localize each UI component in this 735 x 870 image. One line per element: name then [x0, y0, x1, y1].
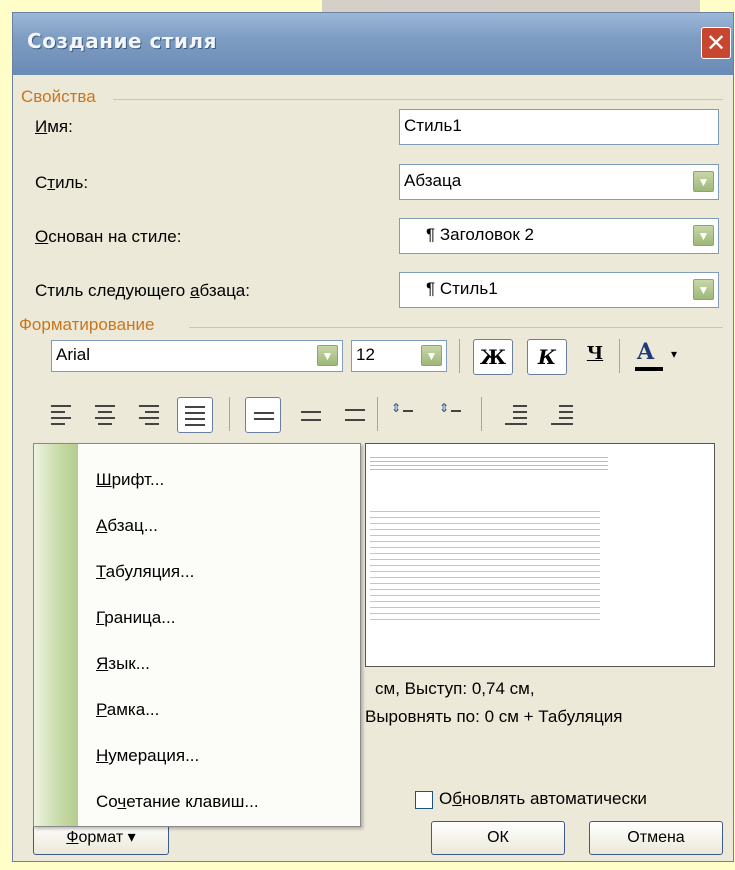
auto-update-checkbox-row[interactable]: Обновлять автоматически	[415, 789, 725, 813]
menu-item-font[interactable]: Шрифт...	[96, 470, 164, 490]
align-left-icon[interactable]	[51, 405, 71, 425]
style-type-select[interactable]: Абзаца ▼	[399, 164, 719, 200]
next-style-value: ¶ Стиль1	[426, 279, 498, 298]
dropdown-arrow-icon: ▾	[671, 347, 678, 361]
menu-item-border[interactable]: Граница...	[96, 608, 175, 628]
based-on-select[interactable]: ¶ Заголовок 2 ▼	[399, 218, 719, 254]
preview-text-lines	[370, 454, 608, 472]
toolbar-separator	[459, 339, 460, 373]
title-bar[interactable]: Создание стиля ✕	[13, 13, 733, 75]
align-justify-button[interactable]	[177, 397, 213, 433]
decrease-indent-icon[interactable]	[505, 405, 527, 425]
style-preview	[365, 443, 715, 667]
cancel-button[interactable]: Отмена	[589, 821, 723, 855]
paragraph-toolbar: ⇕ ⇕	[41, 397, 721, 435]
chevron-down-icon[interactable]: ▼	[317, 345, 338, 366]
font-color-swatch	[635, 367, 663, 371]
line-spacing-double-icon[interactable]	[345, 409, 365, 423]
font-name-value: Arial	[56, 345, 91, 364]
space-before-icon[interactable]: ⇕	[391, 402, 415, 427]
chevron-down-icon[interactable]: ▼	[421, 345, 442, 366]
align-center-icon[interactable]	[95, 405, 115, 425]
font-size-select[interactable]: 12 ▼	[351, 340, 447, 372]
menu-item-shortcut-keys[interactable]: Сочетание клавиш...	[96, 792, 259, 812]
ok-button[interactable]: ОК	[431, 821, 565, 855]
description-line-2: Выровнять по: 0 см + Табуляция	[365, 707, 623, 726]
font-color-letter: A	[637, 339, 655, 365]
menu-item-numbering[interactable]: Нумерация...	[96, 746, 199, 766]
toolbar-separator	[481, 397, 482, 431]
formatting-group-label: Форматирование	[19, 315, 155, 334]
italic-button[interactable]: К	[527, 339, 567, 375]
toolbar-separator	[619, 339, 620, 373]
font-name-select[interactable]: Arial ▼	[51, 340, 343, 372]
dropdown-arrow-icon: ▾	[127, 829, 136, 846]
auto-update-label: Обновлять автоматически	[439, 789, 647, 808]
properties-divider	[113, 99, 723, 100]
formatting-divider	[189, 327, 723, 328]
auto-update-checkbox[interactable]	[415, 791, 433, 809]
description-line-1: см, Выступ: 0,74 см,	[375, 679, 535, 698]
preview-text-lines	[370, 506, 600, 624]
style-type-label: Стиль:	[35, 173, 89, 192]
close-button[interactable]: ✕	[701, 27, 731, 59]
menu-item-tabs[interactable]: Табуляция...	[96, 562, 194, 582]
name-input[interactable]: Стиль1	[399, 109, 719, 145]
menu-item-language[interactable]: Язык...	[96, 654, 150, 674]
align-right-icon[interactable]	[139, 405, 159, 425]
next-style-select[interactable]: ¶ Стиль1 ▼	[399, 272, 719, 308]
create-style-dialog: Создание стиля ✕ Свойства Имя: Стиль1 Ст…	[12, 12, 734, 862]
bold-button[interactable]: Ж	[473, 339, 513, 375]
chevron-down-icon[interactable]: ▼	[693, 225, 714, 246]
menu-item-paragraph[interactable]: Абзац...	[96, 516, 158, 536]
font-color-button[interactable]: A ▾	[633, 339, 683, 375]
increase-indent-icon[interactable]	[551, 405, 573, 425]
line-spacing-half-icon[interactable]	[301, 411, 321, 421]
menu-icon-strip	[34, 444, 78, 826]
underline-button[interactable]: Ч	[579, 343, 611, 373]
line-spacing-single-icon	[254, 412, 274, 422]
style-type-value: Абзаца	[404, 171, 462, 190]
name-label: Имя:	[35, 117, 73, 136]
next-style-label: Стиль следующего абзаца:	[35, 281, 250, 300]
font-size-value: 12	[356, 345, 375, 364]
based-on-value: ¶ Заголовок 2	[426, 225, 534, 244]
close-icon: ✕	[705, 29, 727, 57]
dialog-title: Создание стиля	[27, 29, 217, 53]
format-menu: Шрифт... Абзац... Табуляция... Граница..…	[33, 443, 361, 827]
toolbar-separator	[377, 397, 378, 431]
line-spacing-single-button[interactable]	[245, 397, 281, 433]
based-on-label: Основан на стиле:	[35, 227, 182, 246]
toolbar-separator	[229, 397, 230, 431]
menu-item-frame[interactable]: Рамка...	[96, 700, 159, 720]
chevron-down-icon[interactable]: ▼	[693, 171, 714, 192]
align-justify-icon	[185, 406, 205, 426]
space-after-icon[interactable]: ⇕	[439, 402, 463, 427]
chevron-down-icon[interactable]: ▼	[693, 279, 714, 300]
properties-group-label: Свойства	[21, 87, 96, 106]
